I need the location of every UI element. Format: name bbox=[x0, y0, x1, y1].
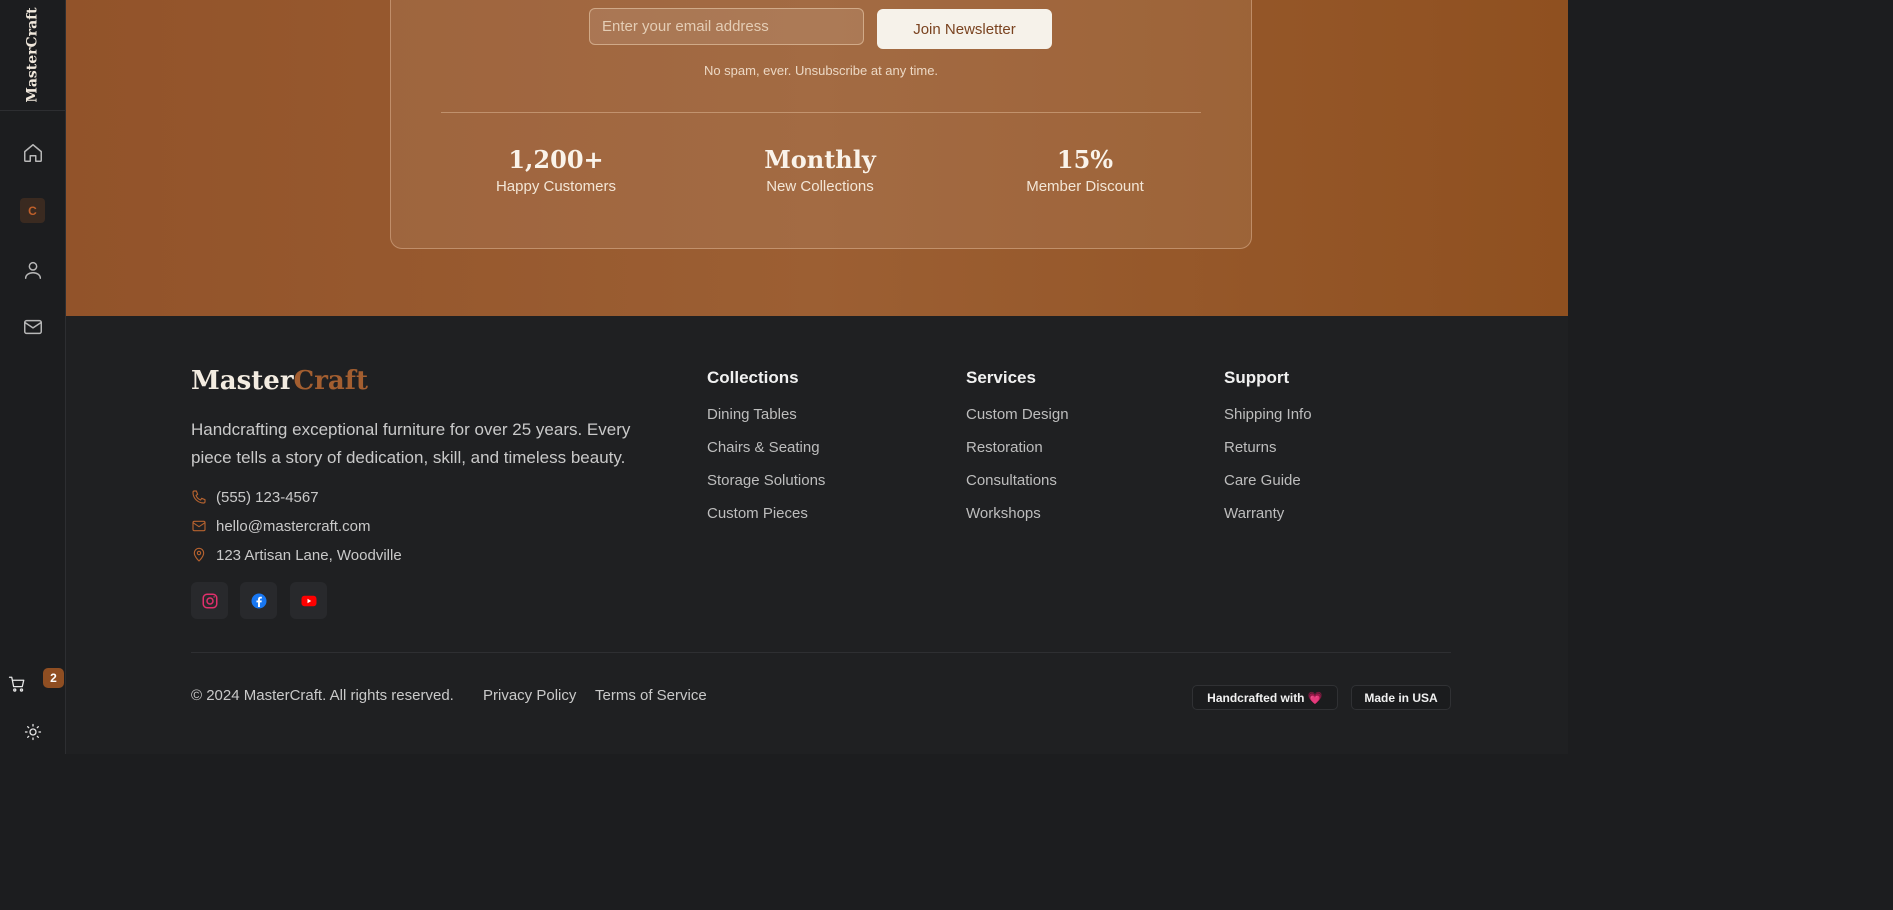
phone-icon bbox=[192, 490, 206, 504]
collections-icon[interactable]: C bbox=[20, 198, 45, 223]
column-title: Collections bbox=[707, 368, 799, 387]
footer-link-chairs-seating[interactable]: Chairs & Seating bbox=[707, 438, 825, 471]
email-input[interactable] bbox=[589, 8, 864, 45]
footer-link-workshops[interactable]: Workshops bbox=[966, 504, 1069, 537]
stat-new-collections: Monthly New Collections bbox=[690, 144, 950, 195]
stat-value: Monthly bbox=[764, 145, 876, 174]
footer: MasterCraft Handcrafting exceptional fur… bbox=[66, 316, 1568, 754]
contact-phone[interactable]: (555) 123-4567 bbox=[191, 486, 319, 508]
contact-email-text[interactable]: hello@mastercraft.com bbox=[216, 518, 370, 535]
stat-member-discount: 15% Member Discount bbox=[955, 144, 1215, 195]
newsletter-note: No spam, ever. Unsubscribe at any time. bbox=[703, 63, 939, 78]
join-newsletter-button[interactable]: Join Newsletter bbox=[877, 9, 1052, 49]
logo-master: Master bbox=[191, 366, 294, 396]
footer-link-custom-pieces[interactable]: Custom Pieces bbox=[707, 504, 825, 537]
sidebar: MasterCraft C 2 bbox=[0, 0, 66, 754]
newsletter-divider bbox=[441, 112, 1201, 113]
footer-link-care-guide[interactable]: Care Guide bbox=[1224, 471, 1312, 504]
stat-label: Happy Customers bbox=[495, 178, 617, 195]
newsletter-section: Join Newsletter No spam, ever. Unsubscri… bbox=[66, 0, 1568, 316]
handcrafted-badge-label: Handcrafted with bbox=[1207, 690, 1305, 705]
footer-link-storage-solutions[interactable]: Storage Solutions bbox=[707, 471, 825, 504]
column-title: Support bbox=[1224, 368, 1290, 387]
made-in-usa-badge: Made in USA bbox=[1351, 685, 1451, 710]
heart-icon: 💗 bbox=[1307, 690, 1323, 705]
mail-icon[interactable] bbox=[19, 313, 47, 341]
user-icon[interactable] bbox=[19, 256, 47, 284]
stat-value: 15% bbox=[1056, 145, 1114, 174]
map-pin-icon bbox=[193, 547, 205, 562]
footer-logo[interactable]: MasterCraft bbox=[191, 366, 368, 396]
footer-tagline: Handcrafting exceptional furniture for o… bbox=[191, 420, 631, 467]
home-icon[interactable] bbox=[19, 139, 47, 167]
stat-label: New Collections bbox=[766, 178, 874, 195]
terms-of-service-link[interactable]: Terms of Service bbox=[595, 687, 707, 704]
column-title: Services bbox=[966, 368, 1036, 387]
cart-icon[interactable] bbox=[8, 675, 30, 697]
footer-link-custom-design[interactable]: Custom Design bbox=[966, 405, 1069, 438]
footer-link-warranty[interactable]: Warranty bbox=[1224, 504, 1312, 537]
footer-link-returns[interactable]: Returns bbox=[1224, 438, 1312, 471]
footer-link-consultations[interactable]: Consultations bbox=[966, 471, 1069, 504]
privacy-policy-link[interactable]: Privacy Policy bbox=[483, 687, 576, 704]
contact-email[interactable]: hello@mastercraft.com bbox=[191, 515, 370, 537]
contact-address-text: 123 Artisan Lane, Woodville bbox=[216, 546, 402, 564]
sun-icon[interactable] bbox=[24, 723, 42, 741]
handcrafted-badge: Handcrafted with 💗 bbox=[1192, 685, 1338, 710]
facebook-icon bbox=[251, 593, 266, 608]
made-in-usa-label: Made in USA bbox=[1364, 690, 1438, 705]
cart-count-badge: 2 bbox=[43, 668, 64, 688]
youtube-button[interactable] bbox=[290, 582, 327, 619]
footer-column-services: Services Custom Design Restoration Consu… bbox=[966, 368, 1069, 537]
sidebar-brand[interactable]: MasterCraft bbox=[0, 0, 65, 111]
stat-value: 1,200+ bbox=[508, 145, 604, 174]
stat-happy-customers: 1,200+ Happy Customers bbox=[426, 144, 686, 195]
footer-link-shipping-info[interactable]: Shipping Info bbox=[1224, 405, 1312, 438]
contact-phone-text[interactable]: (555) 123-4567 bbox=[216, 489, 319, 506]
newsletter-card: Join Newsletter No spam, ever. Unsubscri… bbox=[390, 0, 1252, 249]
footer-divider bbox=[191, 652, 1451, 653]
copyright-text: © 2024 MasterCraft. All rights reserved. bbox=[191, 687, 454, 704]
footer-link-restoration[interactable]: Restoration bbox=[966, 438, 1069, 471]
mail-icon bbox=[192, 520, 206, 532]
instagram-button[interactable] bbox=[191, 582, 228, 619]
footer-column-collections: Collections Dining Tables Chairs & Seati… bbox=[707, 368, 825, 537]
facebook-button[interactable] bbox=[240, 582, 277, 619]
contact-address: 123 Artisan Lane, Woodville bbox=[191, 544, 402, 566]
logo-craft: Craft bbox=[293, 366, 368, 396]
sidebar-brand-label[interactable]: MasterCraft bbox=[25, 7, 41, 102]
footer-column-support: Support Shipping Info Returns Care Guide… bbox=[1224, 368, 1312, 537]
instagram-icon bbox=[202, 593, 217, 608]
youtube-icon bbox=[301, 595, 316, 606]
stat-label: Member Discount bbox=[1026, 178, 1144, 195]
footer-link-dining-tables[interactable]: Dining Tables bbox=[707, 405, 825, 438]
